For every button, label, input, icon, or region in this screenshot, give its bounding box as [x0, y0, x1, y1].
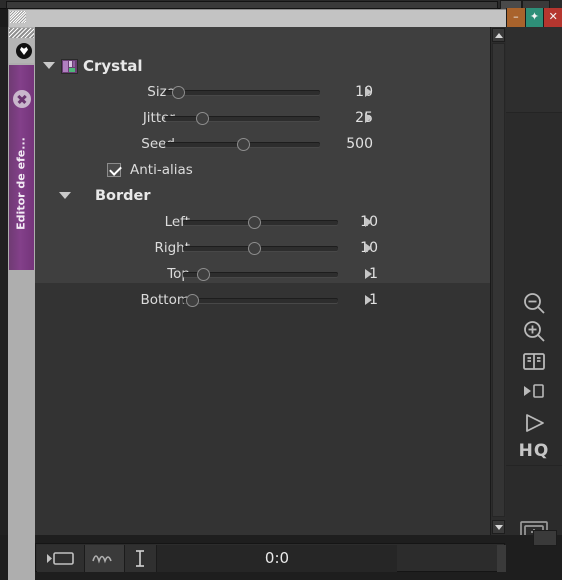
left-rail-badge-button[interactable]: [9, 38, 34, 63]
step-forward-icon[interactable]: [520, 377, 548, 405]
parameter-row-jitter: Jitter 25: [35, 105, 490, 131]
parameter-slider-top[interactable]: [183, 261, 338, 287]
preview-area: [506, 27, 562, 113]
parameter-label-size: Size: [147, 84, 175, 100]
keyframe-expand-arrow-icon[interactable]: [365, 113, 372, 123]
parameter-slider-bottom[interactable]: [183, 287, 338, 313]
parameter-row-seed: Seed 500: [35, 131, 490, 157]
outer-frame-fill: [6, 1, 498, 9]
split-view-icon[interactable]: [520, 347, 548, 375]
keyframe-expand-arrow-icon[interactable]: [365, 295, 372, 305]
sidebar-item-effects-editor[interactable]: Editor de efe...: [9, 65, 34, 270]
parameter-slider-seed[interactable]: [165, 131, 320, 157]
anti-alias-row: Anti-alias: [35, 157, 490, 183]
bottom-left-rail: [8, 535, 35, 580]
close-button[interactable]: ✕: [543, 8, 562, 27]
play-icon[interactable]: [520, 409, 548, 437]
title-bar[interactable]: [8, 9, 507, 29]
text-cursor-button[interactable]: [125, 545, 157, 572]
close-icon: ✕: [548, 10, 558, 23]
anti-alias-checkbox[interactable]: [107, 163, 121, 177]
toolbar-divider: [506, 465, 562, 466]
slider-knob[interactable]: [172, 86, 185, 99]
application-window: – ✦ ✕ Editor de efe... Crystal Size 10 J…: [0, 0, 562, 580]
title-bar-grip: [10, 11, 26, 23]
anti-alias-label: Anti-alias: [130, 162, 193, 178]
panel-scrollbar[interactable]: [490, 27, 506, 535]
left-edge-strip: [0, 27, 8, 535]
slider-knob[interactable]: [237, 138, 250, 151]
parameter-value-top[interactable]: 1: [338, 261, 378, 287]
parameter-slider-left[interactable]: [183, 209, 338, 235]
parameter-slider-size[interactable]: [165, 79, 320, 105]
chevron-down-icon[interactable]: [43, 62, 55, 69]
slider-knob[interactable]: [196, 112, 209, 125]
group-header-border[interactable]: Border: [35, 183, 490, 209]
slider-knob[interactable]: [248, 216, 261, 229]
maximize-icon: ✦: [529, 10, 540, 23]
parameter-row-top: Top 1: [35, 261, 490, 287]
parameter-row-bottom: Bottom 1: [35, 287, 490, 313]
effect-header-row[interactable]: Crystal: [35, 53, 490, 79]
left-rail-grip[interactable]: [9, 28, 34, 38]
group-title-border: Border: [95, 188, 151, 204]
parameter-slider-jitter[interactable]: [165, 105, 320, 131]
parameter-value-left[interactable]: 10: [338, 209, 378, 235]
minimize-button[interactable]: –: [506, 8, 525, 27]
parameter-row-left: Left 10: [35, 209, 490, 235]
status-corner-button[interactable]: [533, 530, 557, 546]
clip-view-button[interactable]: [37, 545, 85, 572]
parameter-label-left: Left: [164, 214, 190, 230]
preview-toolbar: HQ: [506, 27, 562, 543]
slider-knob[interactable]: [248, 242, 261, 255]
parameter-value-bottom[interactable]: 1: [338, 287, 378, 313]
keyframe-expand-arrow-icon[interactable]: [365, 87, 372, 97]
effects-editor-panel: Crystal Size 10 Jitter 25 Seed 500 Anti-…: [35, 27, 506, 535]
parameter-label-right: Right: [154, 240, 190, 256]
slider-knob[interactable]: [197, 268, 210, 281]
window-controls: – ✦ ✕: [506, 8, 562, 27]
minimize-icon: –: [513, 10, 519, 23]
parameter-slider-right[interactable]: [183, 235, 338, 261]
scroll-up-button[interactable]: [492, 28, 505, 42]
transport-bar: 0:0: [0, 535, 562, 580]
sidebar-item-label: Editor de efe...: [14, 137, 28, 230]
keyframe-expand-arrow-icon[interactable]: [365, 217, 372, 227]
scroll-down-arrow-icon: [495, 525, 503, 530]
transport-controls: 0:0: [35, 543, 541, 572]
parameter-row-right: Right 10: [35, 235, 490, 261]
parameter-label-top: Top: [167, 266, 190, 282]
effect-properties-empty-area: [35, 283, 490, 535]
keyframe-expand-arrow-icon[interactable]: [365, 269, 372, 279]
outer-window-frame: [0, 0, 562, 10]
zoom-in-icon[interactable]: [520, 317, 548, 345]
scroll-up-arrow-icon: [495, 33, 503, 38]
chevron-down-icon[interactable]: [59, 192, 71, 199]
waveform-button[interactable]: [85, 545, 125, 572]
scrollbar-thumb[interactable]: [492, 43, 505, 517]
zoom-out-icon[interactable]: [520, 289, 548, 317]
effect-title: Crystal: [83, 57, 143, 75]
parameter-row-size: Size 10: [35, 79, 490, 105]
shape-icon: [16, 43, 32, 59]
timecode-display[interactable]: 0:0: [157, 545, 397, 572]
scroll-down-button[interactable]: [492, 520, 505, 534]
parameter-label-bottom: Bottom: [140, 292, 190, 308]
parameter-label-seed: Seed: [141, 136, 175, 152]
slider-knob[interactable]: [186, 294, 199, 307]
maximize-button[interactable]: ✦: [524, 8, 544, 27]
parameter-label-jitter: Jitter: [142, 110, 175, 126]
keyframe-expand-arrow-icon[interactable]: [365, 243, 372, 253]
parameter-value-right[interactable]: 10: [338, 235, 378, 261]
hq-toggle[interactable]: HQ: [506, 437, 562, 465]
effect-thumbnail-icon: [61, 59, 78, 74]
parameter-value-seed[interactable]: 500: [310, 131, 373, 157]
